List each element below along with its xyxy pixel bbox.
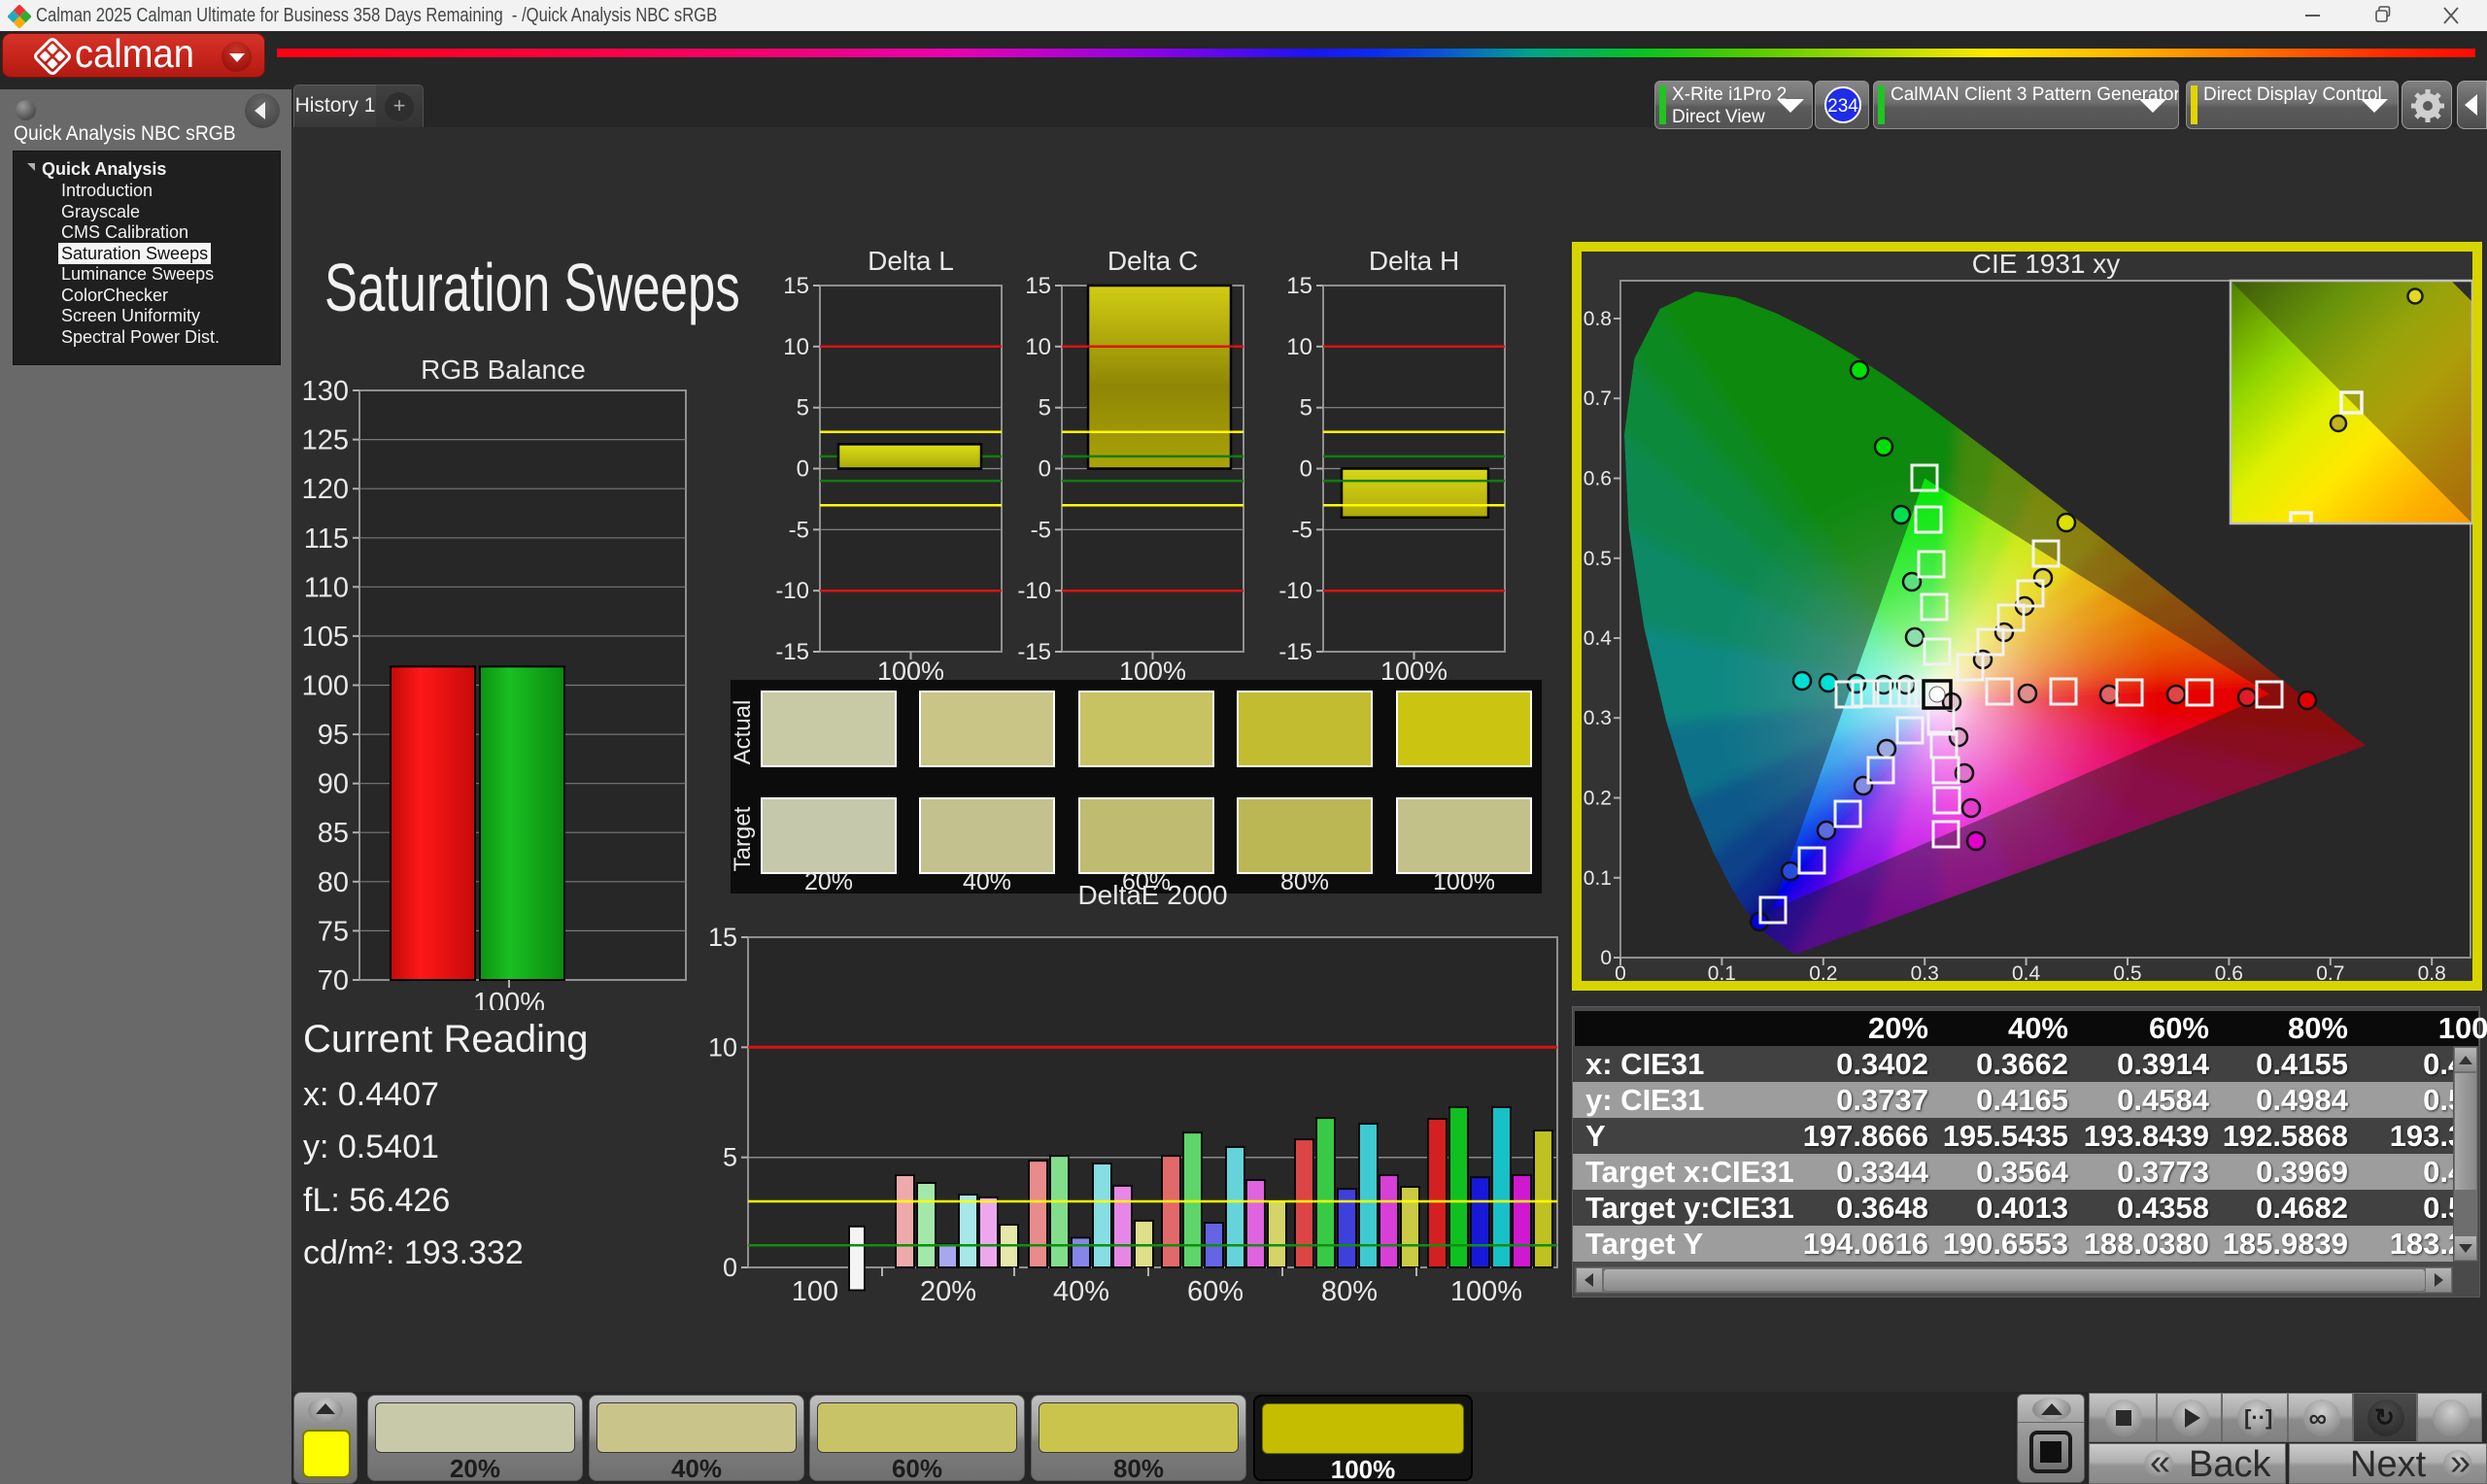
svg-text:-5: -5: [1031, 517, 1051, 543]
svg-text:0.6: 0.6: [1584, 468, 1612, 490]
svg-text:15: 15: [708, 923, 737, 952]
svg-text:-15: -15: [1017, 639, 1051, 665]
svg-text:0: 0: [1600, 947, 1612, 969]
svg-text:125: 125: [302, 425, 349, 456]
svg-text:-10: -10: [1017, 578, 1051, 604]
svg-text:0.3: 0.3: [1911, 962, 1939, 981]
svg-text:0.5: 0.5: [2113, 962, 2141, 981]
svg-text:0.5: 0.5: [1584, 548, 1612, 570]
svg-text:0.4: 0.4: [1584, 627, 1613, 650]
svg-text:115: 115: [304, 523, 349, 555]
svg-text:10: 10: [1025, 334, 1051, 360]
svg-text:DeltaE 2000: DeltaE 2000: [1077, 880, 1227, 910]
svg-text:105: 105: [302, 622, 349, 653]
svg-text:85: 85: [318, 818, 349, 849]
svg-text:5: 5: [723, 1143, 737, 1172]
svg-text:0.7: 0.7: [1584, 388, 1612, 410]
svg-text:100%: 100%: [1450, 1276, 1522, 1307]
svg-text:-10: -10: [775, 578, 809, 604]
svg-text:60%: 60%: [1187, 1276, 1244, 1307]
svg-text:Delta L: Delta L: [868, 246, 954, 276]
svg-text:-5: -5: [1292, 517, 1312, 543]
svg-text:120: 120: [302, 474, 349, 505]
svg-text:0.8: 0.8: [1584, 308, 1612, 330]
svg-text:0.2: 0.2: [1584, 788, 1612, 810]
svg-text:20%: 20%: [920, 1276, 976, 1307]
svg-text:75: 75: [318, 916, 349, 947]
svg-text:0.2: 0.2: [1809, 962, 1837, 981]
svg-text:-10: -10: [1278, 578, 1312, 604]
svg-text:15: 15: [1286, 273, 1312, 299]
svg-text:0: 0: [1615, 962, 1626, 981]
svg-text:5: 5: [797, 395, 809, 422]
svg-text:130: 130: [302, 376, 349, 407]
svg-text:-15: -15: [775, 639, 809, 665]
svg-text:0.8: 0.8: [2418, 962, 2446, 981]
svg-text:0: 0: [1039, 456, 1051, 483]
svg-text:0.1: 0.1: [1708, 962, 1736, 981]
svg-text:100: 100: [302, 671, 349, 702]
svg-text:110: 110: [304, 572, 349, 603]
svg-text:-5: -5: [789, 517, 809, 543]
svg-text:0: 0: [1300, 456, 1312, 483]
svg-text:0: 0: [797, 456, 809, 483]
svg-text:80%: 80%: [1321, 1276, 1378, 1307]
svg-text:0: 0: [723, 1253, 737, 1282]
svg-text:100: 100: [792, 1276, 838, 1307]
svg-text:CIE 1931 xy: CIE 1931 xy: [1972, 252, 2121, 279]
svg-text:80: 80: [318, 867, 349, 898]
svg-text:95: 95: [318, 720, 349, 751]
svg-text:15: 15: [783, 273, 809, 299]
svg-text:-15: -15: [1278, 639, 1312, 665]
svg-text:RGB Balance: RGB Balance: [421, 354, 586, 385]
svg-text:5: 5: [1300, 395, 1312, 422]
svg-text:0.1: 0.1: [1584, 867, 1612, 890]
svg-text:5: 5: [1039, 395, 1051, 422]
svg-text:0.6: 0.6: [2215, 962, 2243, 981]
svg-text:Delta H: Delta H: [1369, 246, 1459, 276]
svg-text:0.4: 0.4: [2012, 962, 2041, 981]
svg-text:10: 10: [1286, 334, 1312, 360]
svg-text:10: 10: [708, 1032, 737, 1062]
svg-text:90: 90: [318, 769, 349, 800]
svg-text:40%: 40%: [1053, 1276, 1109, 1307]
svg-text:10: 10: [783, 334, 809, 360]
svg-text:0.3: 0.3: [1584, 707, 1612, 729]
svg-text:100%: 100%: [473, 988, 545, 1010]
svg-text:Delta C: Delta C: [1107, 246, 1198, 276]
svg-text:70: 70: [318, 965, 349, 996]
svg-text:0.7: 0.7: [2316, 962, 2344, 981]
svg-text:15: 15: [1025, 273, 1051, 299]
